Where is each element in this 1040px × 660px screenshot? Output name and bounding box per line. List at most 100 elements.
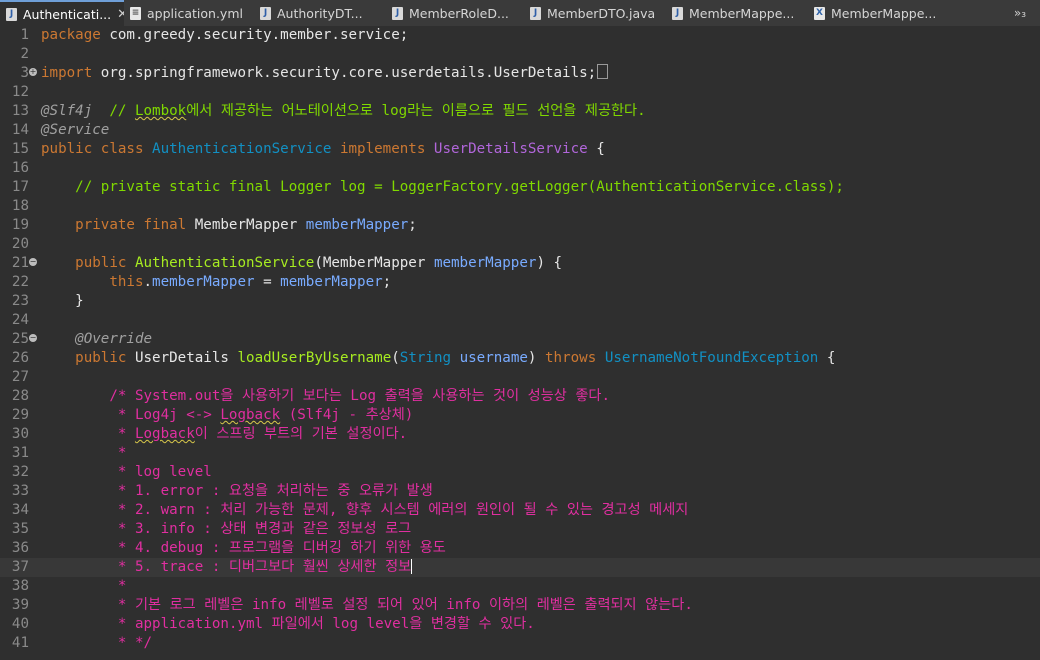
code-token: ( — [314, 255, 323, 271]
code-text: * 5. trace : 디버그보다 훨씬 상세한 정보 — [41, 558, 413, 577]
editor-tab[interactable]: J AuthorityDT... — [254, 0, 386, 26]
expand-icon[interactable]: + — [29, 68, 37, 76]
code-line[interactable]: 39 * 기본 로그 레벨은 info 레벨로 설정 되어 있어 info 이하… — [0, 596, 1040, 615]
code-line[interactable]: 34 * 2. warn : 처리 가능한 문제, 향후 시스템 에러의 원인이… — [0, 501, 1040, 520]
code-line[interactable]: 14 @Service — [0, 121, 1040, 140]
code-line[interactable]: 16 — [0, 159, 1040, 178]
code-line[interactable]: 31 * — [0, 444, 1040, 463]
code-token: @Override — [41, 331, 153, 347]
code-text: // private static final Logger log = Log… — [41, 178, 844, 197]
folded-imports-icon[interactable] — [597, 64, 609, 79]
code-line[interactable]: 32 * log level — [0, 463, 1040, 482]
code-token: AuthenticationService — [134, 255, 315, 271]
editor-tab[interactable]: J MemberDTO.java — [524, 0, 666, 26]
code-line[interactable]: 26 public UserDetails loadUserByUsername… — [0, 349, 1040, 368]
line-number: 17 — [11, 179, 29, 195]
editor-tab[interactable]: J MemberMappe... — [666, 0, 808, 26]
code-line[interactable]: 17 // private static final Logger log = … — [0, 178, 1040, 197]
code-line[interactable]: 35 * 3. info : 상태 변경과 같은 정보성 로그 — [0, 520, 1040, 539]
code-token: this — [41, 274, 144, 290]
line-number: 21 — [11, 255, 29, 271]
code-line[interactable]: 15 public class AuthenticationService imp… — [0, 140, 1040, 159]
code-token: { — [587, 141, 605, 157]
code-line[interactable]: 19 private final MemberMapper memberMapp… — [0, 216, 1040, 235]
code-text: * 1. error : 요청을 처리하는 중 오류가 발생 — [41, 482, 433, 501]
code-line[interactable]: 38 * — [0, 577, 1040, 596]
editor-tab[interactable]: J MemberRoleD... — [386, 0, 524, 26]
code-text: * 4. debug : 프로그램을 디버깅 하기 위한 용도 — [41, 539, 446, 558]
code-line[interactable]: 18 — [0, 197, 1040, 216]
code-token: UserDetails — [134, 350, 229, 366]
code-line[interactable]: 36 * 4. debug : 프로그램을 디버깅 하기 위한 용도 — [0, 539, 1040, 558]
code-token: * application.yml 파일에서 log level을 변경할 수 … — [41, 616, 535, 632]
line-number: 1 — [20, 27, 29, 43]
line-number: 38 — [11, 578, 29, 594]
code-token: * 2. warn : 처리 가능한 문제, 향후 시스템 에러의 원인이 될 … — [41, 502, 689, 518]
line-number: 36 — [11, 540, 29, 556]
code-line[interactable]: 29 * Log4j <-> Logback (Slf4j - 추상체) — [0, 406, 1040, 425]
code-token: ) { — [536, 255, 563, 271]
code-token: * — [41, 445, 127, 461]
editor-tab[interactable]: X MemberMappe... — [808, 0, 954, 26]
code-line[interactable]: 37 * 5. trace : 디버그보다 훨씬 상세한 정보 — [0, 558, 1040, 577]
code-token: loadUserByUsername — [237, 350, 392, 366]
collapse-icon[interactable]: − — [29, 258, 37, 266]
code-token: UsernameNotFoundException — [604, 350, 819, 366]
tab-overflow-button[interactable]: »₃ — [1000, 0, 1040, 26]
code-token: * 기본 로그 레벨은 info 레벨로 설정 되어 있어 info 이하의 레… — [41, 597, 693, 613]
code-token: (Slf4j - 추상체) — [280, 407, 414, 423]
code-line[interactable]: 28 /* System.out을 사용하기 보다는 Log 출력을 사용하는 … — [0, 387, 1040, 406]
tab-label: Authenticati... — [23, 6, 112, 22]
code-line[interactable]: 30 * Logback이 스프링 부트의 기본 설정이다. — [0, 425, 1040, 444]
code-line[interactable]: 40 * application.yml 파일에서 log level을 변경할… — [0, 615, 1040, 634]
code-text: * 기본 로그 레벨은 info 레벨로 설정 되어 있어 info 이하의 레… — [41, 596, 693, 615]
code-token: username — [459, 350, 528, 366]
editor-tab[interactable]: ≡ application.yml — [124, 0, 254, 26]
code-line[interactable]: 2 — [0, 45, 1040, 64]
code-token: memberMapper — [280, 274, 383, 290]
code-text: /* System.out을 사용하기 보다는 Log 출력을 사용하는 것이 … — [41, 387, 610, 406]
code-line[interactable]: 12 — [0, 83, 1040, 102]
java-file-icon: J — [6, 7, 17, 21]
close-icon[interactable]: ✕ — [117, 7, 124, 22]
collapse-icon[interactable]: − — [29, 334, 37, 342]
tab-label: application.yml — [147, 5, 243, 21]
code-line[interactable]: 33 * 1. error : 요청을 처리하는 중 오류가 발생 — [0, 482, 1040, 501]
code-text: * Log4j <-> Logback (Slf4j - 추상체) — [41, 406, 413, 425]
code-text: public class AuthenticationService imple… — [41, 140, 605, 159]
code-token: org.springframework.security.core.userde… — [92, 65, 597, 81]
code-token: MemberMapper — [322, 255, 426, 271]
code-token: private final — [41, 217, 195, 233]
code-text: @Slf4j // Lombok에서 제공하는 어노테이션으로 log라는 이름… — [41, 102, 646, 121]
code-line[interactable]: 41 * */ — [0, 634, 1040, 653]
code-line[interactable]: 27 — [0, 368, 1040, 387]
code-line[interactable]: 21− public AuthenticationService(MemberM… — [0, 254, 1040, 273]
code-text: * log level — [41, 463, 212, 482]
line-number: 40 — [11, 616, 29, 632]
code-line[interactable]: 1 package com.greedy.security.member.serv… — [0, 26, 1040, 45]
line-number: 12 — [11, 84, 29, 100]
code-text: package com.greedy.security.member.servi… — [41, 26, 408, 45]
code-editor[interactable]: 1 package com.greedy.security.member.serv… — [0, 26, 1040, 660]
line-number: 15 — [11, 141, 29, 157]
code-line[interactable]: 23 } — [0, 292, 1040, 311]
code-token: * — [41, 578, 127, 594]
line-number: 20 — [11, 236, 29, 252]
line-number: 14 — [11, 122, 29, 138]
code-token: * 1. error : 요청을 처리하는 중 오류가 발생 — [41, 483, 433, 499]
editor-tab[interactable]: J Authenticati... ✕ — [0, 0, 124, 26]
code-token: memberMapper — [433, 255, 537, 271]
code-token: * 3. info : 상태 변경과 같은 정보성 로그 — [41, 521, 412, 537]
code-text: * */ — [41, 634, 152, 653]
code-line[interactable]: 25− @Override — [0, 330, 1040, 349]
code-line[interactable]: 13 @Slf4j // Lombok에서 제공하는 어노테이션으로 log라는 … — [0, 102, 1040, 121]
xml-file-icon: X — [814, 6, 825, 20]
code-line[interactable]: 3 + import org.springframework.security.co… — [0, 64, 1040, 83]
code-token: // — [92, 103, 135, 119]
code-line[interactable]: 20 — [0, 235, 1040, 254]
line-number: 41 — [11, 635, 29, 651]
code-line[interactable]: 24 — [0, 311, 1040, 330]
line-number: 29 — [11, 407, 29, 423]
code-line[interactable]: 22 this.memberMapper = memberMapper; — [0, 273, 1040, 292]
